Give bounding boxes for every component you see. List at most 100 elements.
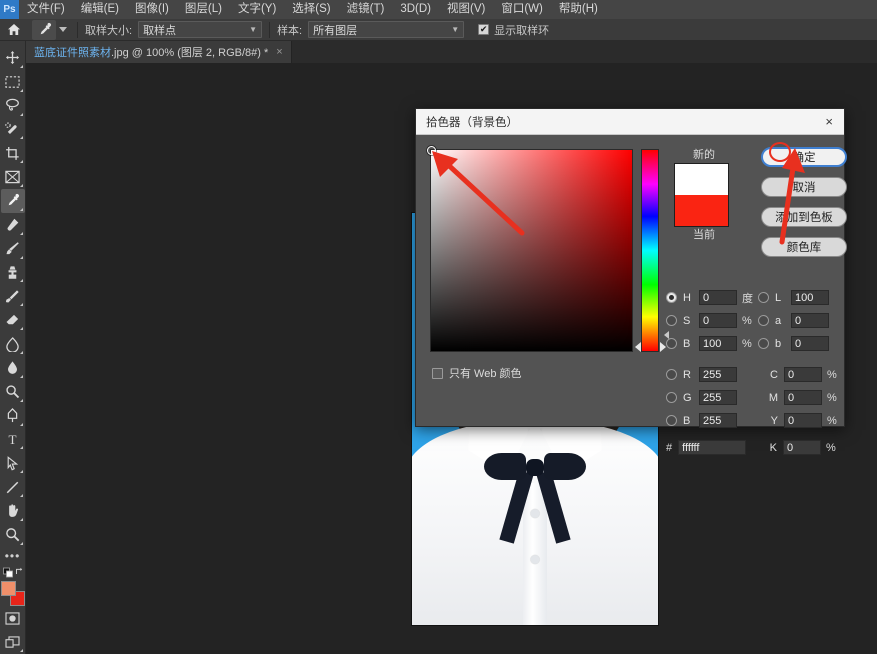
- input-g[interactable]: [699, 390, 737, 405]
- radio-h[interactable]: [666, 292, 677, 303]
- quick-selection-tool[interactable]: [1, 118, 25, 142]
- gradient-tool[interactable]: [1, 332, 25, 356]
- label-brightness: B: [683, 337, 691, 350]
- crop-tool[interactable]: [1, 141, 25, 165]
- radio-a[interactable]: [758, 315, 769, 326]
- tool-preset-chevron-down-icon[interactable]: [56, 27, 70, 32]
- new-color-label: 新的: [693, 149, 715, 161]
- color-picker-buttons: 确定 取消 添加到色板 颜色库: [761, 147, 847, 267]
- radio-brightness[interactable]: [666, 338, 677, 349]
- quick-mask-toggle[interactable]: [1, 606, 25, 630]
- radio-b[interactable]: [666, 415, 677, 426]
- chevron-down-icon: ▼: [249, 25, 258, 34]
- saturation-brightness-field[interactable]: [427, 146, 633, 352]
- menu-view[interactable]: 视图(V): [439, 0, 493, 19]
- history-brush-tool[interactable]: [1, 284, 25, 308]
- cancel-button[interactable]: 取消: [761, 177, 847, 197]
- menu-file[interactable]: 文件(F): [19, 0, 73, 19]
- input-s[interactable]: [699, 313, 737, 328]
- hand-tool[interactable]: [1, 499, 25, 523]
- label-a: a: [775, 314, 782, 327]
- line-tool[interactable]: [1, 475, 25, 499]
- photo-shirt-button-2: [530, 555, 540, 564]
- radio-l[interactable]: [758, 292, 769, 303]
- color-field-marker[interactable]: [427, 146, 436, 155]
- input-y[interactable]: [784, 413, 822, 428]
- radio-s[interactable]: [666, 315, 677, 326]
- screen-mode-toggle[interactable]: [1, 630, 25, 654]
- input-k[interactable]: [783, 440, 821, 455]
- current-color-label: 当前: [693, 229, 715, 241]
- new-color-swatch[interactable]: [674, 163, 729, 195]
- unit-brightness: %: [742, 337, 752, 350]
- brush-tool[interactable]: [1, 237, 25, 261]
- menu-help[interactable]: 帮助(H): [551, 0, 606, 19]
- document-tab[interactable]: 蓝底证件照素材.jpg @ 100% (图层 2, RGB/8#) * ×: [26, 41, 292, 63]
- menu-window[interactable]: 窗口(W): [493, 0, 551, 19]
- menu-edit[interactable]: 编辑(E): [73, 0, 127, 19]
- spot-healing-brush-tool[interactable]: [1, 213, 25, 237]
- move-tool[interactable]: [1, 46, 25, 70]
- field-row-r-c: R C %: [666, 364, 842, 385]
- show-sampling-ring-label: 显示取样环: [494, 24, 550, 37]
- label-l: L: [775, 291, 782, 304]
- radio-lab-b[interactable]: [758, 338, 769, 349]
- frame-tool[interactable]: [1, 165, 25, 189]
- input-brightness[interactable]: [699, 336, 737, 351]
- eraser-tool[interactable]: [1, 308, 25, 332]
- clone-stamp-tool[interactable]: [1, 261, 25, 285]
- radio-g[interactable]: [666, 392, 677, 403]
- menu-select[interactable]: 选择(S): [284, 0, 338, 19]
- chevron-down-icon: ▼: [451, 25, 460, 34]
- close-icon[interactable]: ×: [276, 46, 282, 58]
- foreground-color-swatch[interactable]: [0, 580, 16, 596]
- options-separator: [77, 21, 78, 38]
- input-h[interactable]: [699, 290, 737, 305]
- field-row-hex-k: # K %: [666, 437, 842, 458]
- edit-toolbar-icon[interactable]: •••: [5, 547, 21, 565]
- sample-select[interactable]: 所有图层 ▼: [308, 21, 465, 38]
- color-picker-title-bar[interactable]: 拾色器（背景色） ×: [416, 109, 844, 135]
- label-c: C: [770, 368, 778, 381]
- hex-input[interactable]: [678, 440, 747, 455]
- zoom-tool[interactable]: [1, 523, 25, 547]
- input-a[interactable]: [791, 313, 829, 328]
- eyedropper-icon[interactable]: [32, 19, 56, 40]
- menu-image[interactable]: 图像(I): [127, 0, 177, 19]
- blur-tool[interactable]: [1, 356, 25, 380]
- close-icon[interactable]: ×: [822, 115, 836, 128]
- horizontal-type-tool[interactable]: T: [1, 428, 25, 452]
- menu-layer[interactable]: 图层(L): [177, 0, 230, 19]
- input-r[interactable]: [699, 367, 737, 382]
- menu-filter[interactable]: 滤镜(T): [339, 0, 393, 19]
- rectangular-marquee-tool[interactable]: [1, 70, 25, 94]
- input-lab-b[interactable]: [791, 336, 829, 351]
- foreground-background-color-swatches[interactable]: [0, 580, 25, 607]
- path-selection-tool[interactable]: [1, 451, 25, 475]
- hue-slider[interactable]: [641, 149, 659, 352]
- hue-slider-handle-left[interactable]: [635, 342, 641, 352]
- label-b: B: [683, 414, 691, 427]
- lasso-tool[interactable]: [1, 94, 25, 118]
- input-m[interactable]: [784, 390, 822, 405]
- dodge-tool[interactable]: [1, 380, 25, 404]
- input-c[interactable]: [784, 367, 822, 382]
- label-lab-b: b: [775, 337, 782, 350]
- pen-tool[interactable]: [1, 404, 25, 428]
- menu-type[interactable]: 文字(Y): [230, 0, 284, 19]
- hex-prefix-label: #: [666, 441, 673, 454]
- radio-r[interactable]: [666, 369, 677, 380]
- home-icon[interactable]: [0, 23, 28, 36]
- color-libraries-button[interactable]: 颜色库: [761, 237, 847, 257]
- sample-size-select[interactable]: 取样点 ▼: [138, 21, 263, 38]
- web-colors-only-checkbox[interactable]: 只有 Web 颜色: [432, 365, 522, 381]
- unit-h: 度: [742, 292, 753, 305]
- swap-reset-colors[interactable]: [1, 565, 25, 579]
- eyedropper-tool[interactable]: [0, 189, 25, 213]
- current-color-swatch[interactable]: [674, 195, 729, 227]
- add-to-swatches-button[interactable]: 添加到色板: [761, 207, 847, 227]
- input-l[interactable]: [791, 290, 829, 305]
- menu-3d[interactable]: 3D(D): [392, 0, 439, 19]
- show-sampling-ring-checkbox[interactable]: ✔ 显示取样环: [478, 22, 549, 38]
- input-b[interactable]: [699, 413, 737, 428]
